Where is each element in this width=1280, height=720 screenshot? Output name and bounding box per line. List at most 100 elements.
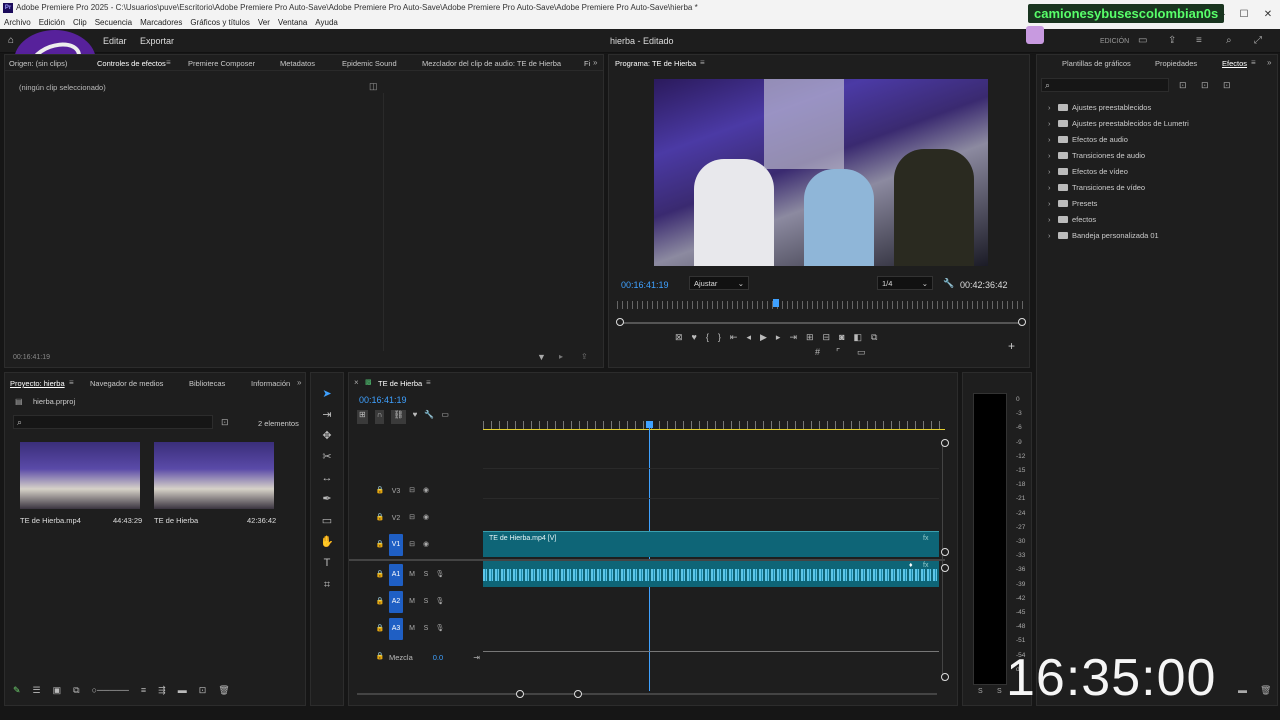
- sync-lock-icon[interactable]: ⊟: [407, 486, 417, 496]
- new-folder-icon[interactable]: ▬: [1238, 685, 1247, 695]
- playhead-handle[interactable]: [646, 421, 654, 428]
- icon-view-icon[interactable]: ▣: [53, 685, 62, 699]
- vr-icon[interactable]: ▭: [857, 347, 866, 358]
- home-icon[interactable]: ⌂: [8, 35, 14, 46]
- track-label-a3[interactable]: A3: [389, 618, 403, 640]
- audio-clip[interactable]: ♦ fx: [483, 561, 939, 587]
- eye-icon[interactable]: ◉: [421, 513, 431, 523]
- scroll-handle[interactable]: [941, 564, 949, 572]
- mute-icon[interactable]: M: [407, 624, 417, 634]
- vertical-scrollbar[interactable]: [942, 441, 943, 681]
- chevron-right-icon[interactable]: »: [297, 378, 301, 387]
- menu-graficos[interactable]: Gráficos y títulos: [190, 18, 250, 27]
- sort-icon[interactable]: ≡: [141, 685, 146, 699]
- menu-icon[interactable]: ≡: [700, 58, 705, 67]
- menu-icon[interactable]: ≡: [166, 58, 171, 67]
- bin-icon[interactable]: ⊡: [221, 417, 229, 428]
- track-label-a2[interactable]: A2: [389, 591, 403, 613]
- new-item-icon[interactable]: ⊡: [199, 685, 207, 699]
- camera-icon[interactable]: ◙: [839, 332, 844, 346]
- lock-icon[interactable]: 🔒: [375, 597, 385, 607]
- scroll-handle-top[interactable]: [941, 439, 949, 447]
- play-icon[interactable]: ▶: [760, 332, 767, 346]
- project-search-input[interactable]: ⌕: [13, 415, 213, 429]
- mute-icon[interactable]: M: [407, 597, 417, 607]
- folder-efectos-audio[interactable]: › Efectos de audio: [1048, 135, 1128, 144]
- selection-tool-icon[interactable]: ➤: [319, 386, 335, 402]
- tab-mezclador-audio[interactable]: Mezclador del clip de audio: TE de Hierb…: [422, 59, 561, 68]
- menu-secuencia[interactable]: Secuencia: [95, 18, 132, 27]
- menu-icon[interactable]: ≡: [69, 378, 74, 387]
- folder-bandeja[interactable]: › Bandeja personalizada 01: [1048, 231, 1159, 240]
- toggle-panel-icon[interactable]: ◫: [369, 81, 378, 92]
- timeline-ruler[interactable]: [483, 421, 945, 429]
- video-preview[interactable]: [654, 79, 988, 266]
- folder-transiciones-audio[interactable]: › Transiciones de audio: [1048, 151, 1145, 160]
- tab-controles-efectos[interactable]: Controles de efectos: [97, 59, 166, 68]
- lock-icon[interactable]: 🔒: [375, 570, 385, 580]
- hscroll-handle-left[interactable]: [516, 690, 524, 698]
- maximize-button[interactable]: ☐: [1232, 9, 1256, 20]
- captions-icon[interactable]: ▭: [441, 410, 449, 424]
- add-button-icon[interactable]: +: [1008, 339, 1015, 353]
- track-label-v3[interactable]: V3: [389, 488, 403, 495]
- tab-origen[interactable]: Origen: (sin clips): [9, 59, 67, 68]
- time-ruler[interactable]: [617, 301, 1025, 309]
- pen-icon[interactable]: ✒: [319, 491, 335, 507]
- lock-icon[interactable]: 🔒: [375, 652, 385, 662]
- type-icon[interactable]: T: [319, 555, 335, 571]
- insert-icon[interactable]: ⊞: [806, 332, 814, 346]
- tab-efectos[interactable]: Efectos: [1222, 59, 1247, 68]
- tab-propiedades[interactable]: Propiedades: [1155, 59, 1197, 68]
- settings-wrench-icon[interactable]: 🔧: [424, 410, 434, 424]
- go-to-in-icon[interactable]: ⇤: [730, 332, 738, 346]
- menu-edicion[interactable]: Edición: [39, 18, 65, 27]
- lift-icon[interactable]: ⊠: [675, 332, 683, 346]
- trash-icon[interactable]: 🗑: [218, 685, 229, 699]
- compare-icon[interactable]: ◧: [854, 332, 863, 346]
- menu-ayuda[interactable]: Ayuda: [315, 18, 338, 27]
- folder-lumetri[interactable]: › Ajustes preestablecidos de Lumetri: [1048, 119, 1189, 128]
- scroll-handle[interactable]: [941, 548, 949, 556]
- sequence-thumbnail[interactable]: [154, 442, 274, 509]
- solo-icon[interactable]: S: [421, 597, 431, 607]
- slip-icon[interactable]: ↔: [319, 470, 335, 486]
- lock-icon[interactable]: 🔒: [375, 624, 385, 634]
- menu-archivo[interactable]: Archivo: [4, 18, 31, 27]
- wrench-icon[interactable]: 🔧: [943, 278, 954, 289]
- mark-in-icon[interactable]: {: [706, 332, 709, 346]
- folder-efectos-video[interactable]: › Efectos de vídeo: [1048, 167, 1128, 176]
- overwrite-icon[interactable]: ⊟: [823, 332, 831, 346]
- microphone-icon[interactable]: 🎙: [435, 624, 445, 634]
- effects-search-input[interactable]: ⌕: [1041, 78, 1169, 92]
- zoom-handle-right[interactable]: [1018, 318, 1026, 326]
- track-select-icon[interactable]: ⇥: [319, 407, 335, 423]
- 32bit-icon[interactable]: ⊡: [1201, 80, 1209, 91]
- track-label-v2[interactable]: V2: [389, 515, 403, 522]
- accelerated-icon[interactable]: ⊡: [1179, 80, 1187, 91]
- yuv-icon[interactable]: ⊡: [1223, 80, 1231, 91]
- tab-plantillas-graficos[interactable]: Plantillas de gráficos: [1062, 59, 1131, 68]
- tab-exportar[interactable]: Exportar: [140, 36, 174, 46]
- program-playhead[interactable]: [773, 299, 780, 307]
- tab-navegador-medios[interactable]: Navegador de medios: [90, 379, 163, 388]
- microphone-icon[interactable]: 🎙: [435, 570, 445, 580]
- chevron-right-icon[interactable]: »: [593, 58, 597, 67]
- panel-icon[interactable]: ▭: [1138, 35, 1147, 46]
- multicam-icon[interactable]: ⧉: [871, 332, 877, 346]
- fit-dropdown[interactable]: Ajustar ⌄: [689, 276, 749, 290]
- snap-icon[interactable]: ∩: [374, 410, 385, 424]
- sequence-tab[interactable]: TE de Hierba: [378, 379, 422, 388]
- hscroll-handle-right[interactable]: [574, 690, 582, 698]
- mute-icon[interactable]: M: [407, 570, 417, 580]
- tab-metadatos[interactable]: Metadatos: [280, 59, 315, 68]
- tab-editar[interactable]: Editar: [103, 36, 127, 46]
- search-icon[interactable]: ⌕: [1226, 35, 1232, 46]
- track-label-v1[interactable]: V1: [389, 534, 403, 556]
- tab-epidemic-sound[interactable]: Epidemic Sound: [342, 59, 397, 68]
- horizontal-scrollbar[interactable]: [357, 693, 937, 695]
- tab-bibliotecas[interactable]: Bibliotecas: [189, 379, 225, 388]
- tab-fi[interactable]: Fi: [584, 59, 590, 68]
- lock-icon[interactable]: 🔒: [375, 513, 385, 523]
- caption-icon[interactable]: ⌗: [319, 577, 335, 593]
